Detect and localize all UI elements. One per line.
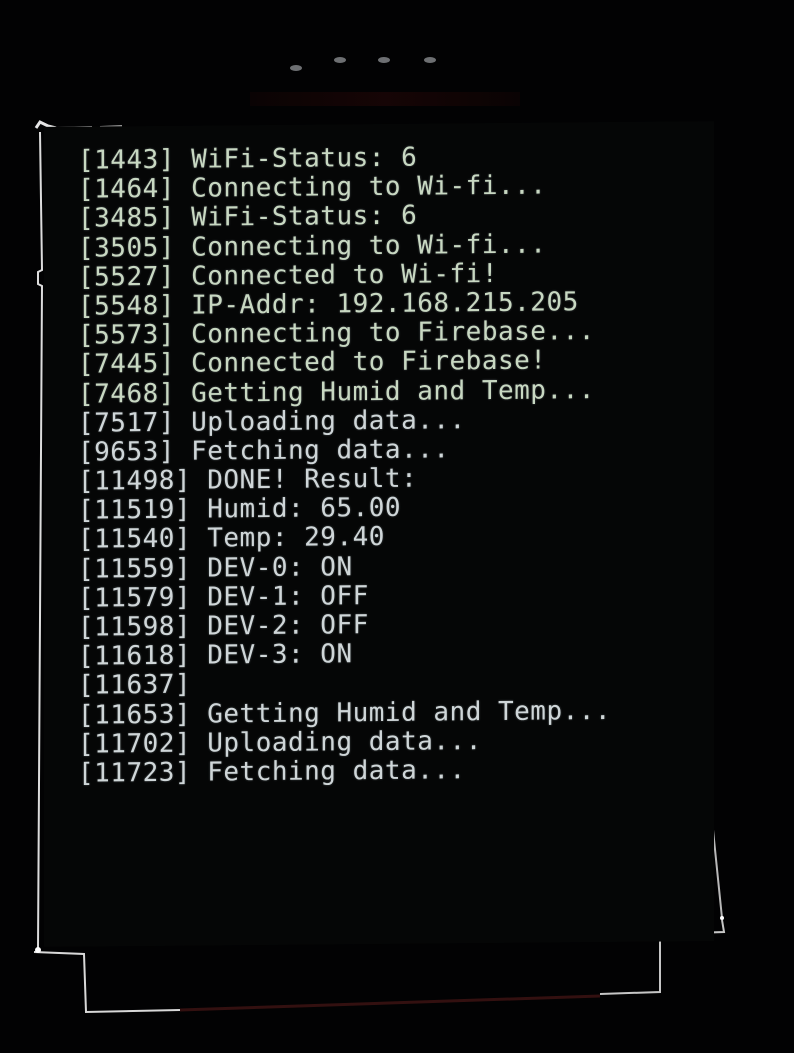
log-timestamp: [1443] xyxy=(78,144,175,176)
log-line: [9653] Fetching data... xyxy=(78,434,611,468)
log-timestamp: [11559] xyxy=(78,553,192,585)
log-message: Uploading data... xyxy=(207,725,482,759)
connector-pins xyxy=(290,57,436,71)
log-line: [11723] Fetching data... xyxy=(78,755,611,789)
log-message: Getting Humid and Temp... xyxy=(207,695,612,730)
log-timestamp: [9653] xyxy=(78,436,175,468)
log-message: DEV-1: OFF xyxy=(207,580,369,613)
log-message: Connected to Wi-fi! xyxy=(191,258,498,292)
log-message: Connecting to Wi-fi... xyxy=(191,229,547,263)
log-timestamp: [11598] xyxy=(78,611,192,643)
log-timestamp: [3505] xyxy=(78,232,175,264)
log-timestamp: [5527] xyxy=(78,261,175,293)
log-message: IP-Addr: 192.168.215.205 xyxy=(191,287,579,321)
log-timestamp: [5573] xyxy=(78,319,175,351)
log-timestamp: [5548] xyxy=(78,290,175,322)
log-line: [11702] Uploading data... xyxy=(78,726,611,760)
log-timestamp: [7468] xyxy=(78,378,175,410)
log-line: [7517] Uploading data... xyxy=(78,405,611,439)
log-timestamp: [11618] xyxy=(78,640,192,672)
log-timestamp: [7445] xyxy=(78,349,175,380)
log-line: [11519] Humid: 65.00 xyxy=(78,492,611,526)
log-line: [11498] DONE! Result: xyxy=(78,463,611,497)
log-message: WiFi-Status: 6 xyxy=(191,201,418,234)
log-message: DEV-2: OFF xyxy=(207,610,369,642)
log-line: [11540] Temp: 29.40 xyxy=(78,521,611,555)
log-timestamp: [11519] xyxy=(78,494,192,526)
log-message: Uploading data... xyxy=(191,404,466,438)
log-timestamp: [11498] xyxy=(78,465,192,497)
log-line: [1464] Connecting to Wi-fi... xyxy=(78,171,611,205)
log-timestamp: [3485] xyxy=(78,203,175,235)
log-timestamp: [7517] xyxy=(78,407,175,439)
serial-log: [1443] WiFi-Status: 6 [1464] Connecting … xyxy=(78,142,611,789)
log-line: [7468] Getting Humid and Temp... xyxy=(78,374,611,410)
log-message: Humid: 65.00 xyxy=(207,493,402,525)
log-line: [11598] DEV-2: OFF xyxy=(78,609,611,643)
log-message: Fetching data... xyxy=(207,755,466,788)
log-line: [11618] DEV-3: ON xyxy=(78,638,611,672)
log-message: DONE! Result: xyxy=(207,463,418,496)
log-message: DEV-0: ON xyxy=(207,551,353,584)
log-message: WiFi-Status: 6 xyxy=(191,142,418,175)
log-timestamp: [11579] xyxy=(78,582,192,614)
log-timestamp: [11540] xyxy=(78,524,192,556)
log-line: [11653] Getting Humid and Temp... xyxy=(78,695,612,731)
log-timestamp: [11637] xyxy=(78,670,192,702)
log-message: Fetching data... xyxy=(191,434,450,467)
log-timestamp: [11653] xyxy=(78,699,192,731)
log-line: [3505] Connecting to Wi-fi... xyxy=(78,229,611,264)
log-timestamp: [1464] xyxy=(78,173,175,205)
log-line: [11559] DEV-0: ON xyxy=(78,551,611,585)
log-message: Connecting to Wi-fi... xyxy=(191,170,547,204)
photo-scene: [1443] WiFi-Status: 6 [1464] Connecting … xyxy=(0,0,794,1053)
log-line: [11579] DEV-1: OFF xyxy=(78,580,611,614)
log-timestamp: [11702] xyxy=(78,728,192,760)
log-message: Getting Humid and Temp... xyxy=(191,374,595,409)
log-message: Connected to Firebase! xyxy=(191,345,547,379)
log-message: Temp: 29.40 xyxy=(207,522,385,554)
lcd-screen: [1443] WiFi-Status: 6 [1464] Connecting … xyxy=(44,121,714,947)
log-timestamp: [11723] xyxy=(78,757,192,789)
log-message: DEV-3: ON xyxy=(207,639,353,671)
log-message: Connecting to Firebase... xyxy=(191,316,595,350)
